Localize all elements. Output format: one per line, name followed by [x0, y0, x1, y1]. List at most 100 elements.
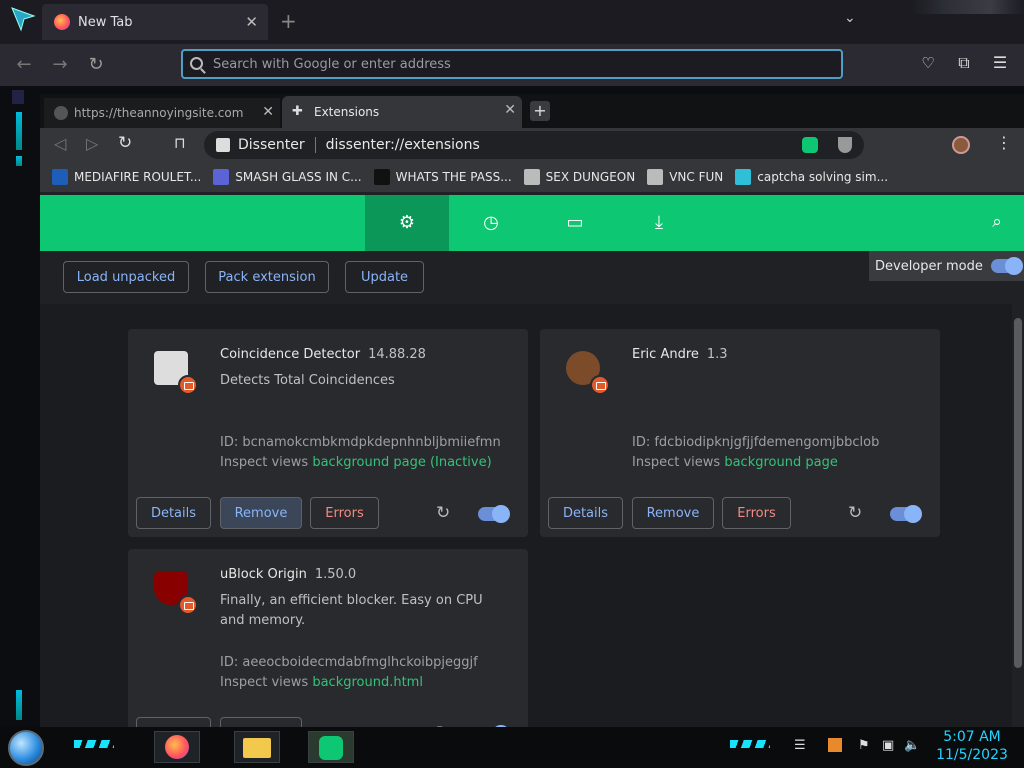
- sigma-icon: [213, 169, 230, 185]
- errors-button[interactable]: Errors: [310, 497, 379, 529]
- update-button[interactable]: Update: [345, 261, 424, 293]
- inner-tab-annoying[interactable]: https://theannoyingsite.com ✕: [44, 98, 280, 128]
- history-icon[interactable]: ◷: [480, 212, 502, 233]
- inner-new-tab-button[interactable]: +: [530, 101, 550, 121]
- chevron-down-icon[interactable]: ⌄: [844, 10, 856, 26]
- pocket-icon[interactable]: ♡: [916, 54, 940, 72]
- inspect-views-label: Inspect views: [220, 455, 309, 470]
- extension-version: 1.3: [706, 347, 728, 362]
- details-button[interactable]: Details: [136, 497, 211, 529]
- remove-button[interactable]: Remove: [220, 717, 302, 727]
- start-button[interactable]: [8, 730, 44, 766]
- taskbar-decoration: [730, 740, 770, 748]
- details-button[interactable]: Details: [548, 497, 623, 529]
- taskbar-explorer[interactable]: [234, 731, 280, 763]
- back-icon[interactable]: ◁: [54, 134, 66, 153]
- bookmark-item[interactable]: SMASH GLASS IN C...: [213, 169, 362, 185]
- extension-name: Coincidence Detector: [220, 347, 361, 362]
- new-tab-button[interactable]: +: [280, 9, 297, 33]
- rail-badge: [12, 90, 24, 104]
- mediafire-icon: [52, 169, 68, 185]
- inner-tab-title: Extensions: [314, 105, 380, 119]
- extension-enable-toggle[interactable]: [890, 505, 922, 523]
- extension-card: uBlock Origin 1.50.0 Finally, an efficien…: [128, 549, 528, 727]
- taskbar-dissenter[interactable]: [308, 731, 354, 763]
- pirate-icon: [523, 169, 540, 185]
- extensions-list: Coincidence Detector 14.88.28 Detects Tot…: [40, 304, 1012, 727]
- back-icon[interactable]: ←: [12, 54, 36, 75]
- gear-icon[interactable]: ⚙: [396, 212, 418, 233]
- page-icon: [216, 138, 230, 152]
- search-icon: [190, 57, 203, 70]
- scrollbar-thumb[interactable]: [1014, 318, 1022, 668]
- network-icon[interactable]: ▣: [882, 738, 894, 753]
- details-button[interactable]: Details: [136, 717, 211, 727]
- remove-button[interactable]: Remove: [220, 497, 302, 529]
- inspect-views-label: Inspect views: [632, 455, 721, 470]
- bookmark-item[interactable]: SEX DUNGEON: [523, 169, 636, 185]
- reload-icon[interactable]: ↻: [118, 133, 132, 153]
- dissenter-icon: [319, 736, 343, 760]
- forward-icon[interactable]: ▷: [86, 134, 98, 153]
- desktop-logo-icon: [11, 7, 36, 32]
- flag-icon[interactable]: ⚑: [858, 738, 870, 753]
- dissenter-comment-icon[interactable]: [802, 137, 818, 153]
- bookmark-item[interactable]: MEDIAFIRE ROULET...: [52, 169, 201, 185]
- reload-icon[interactable]: ↻: [84, 54, 108, 75]
- task-view-icon[interactable]: ☰: [794, 738, 806, 753]
- globe-icon: [54, 106, 68, 120]
- policy-badge-icon: [590, 375, 610, 395]
- forward-icon[interactable]: →: [48, 54, 72, 75]
- site-label: Dissenter: [238, 137, 305, 153]
- bookmark-item[interactable]: captcha solving sim...: [735, 169, 888, 185]
- bookmark-label: VNC FUN: [669, 170, 724, 184]
- tray-app-icon[interactable]: [828, 738, 842, 752]
- url-separator: [314, 137, 316, 153]
- extension-id: ID: aeeocboidecmdabfmglhckoibpjeggjf: [220, 655, 478, 670]
- bookmark-item[interactable]: WHATS THE PASS...: [373, 169, 512, 185]
- rail-stripe: [16, 156, 22, 166]
- download-icon[interactable]: ⤓: [648, 212, 670, 233]
- extensions-icon[interactable]: ⧉: [952, 53, 976, 73]
- extension-name: uBlock Origin: [220, 567, 307, 582]
- firefox-address-bar[interactable]: Search with Google or enter address: [181, 49, 843, 79]
- taskbar-firefox[interactable]: [154, 731, 200, 763]
- clock-date: 11/5/2023: [936, 747, 1008, 763]
- extensions-header: [40, 195, 1024, 251]
- menu-icon[interactable]: ☰: [988, 53, 1012, 72]
- close-tab-icon[interactable]: ✕: [504, 102, 516, 118]
- menu-icon[interactable]: ⋮: [996, 133, 1012, 152]
- inspect-link[interactable]: background.html: [312, 675, 423, 690]
- inner-address-bar[interactable]: Dissenter dissenter://extensions: [204, 131, 864, 159]
- inner-tab-extensions[interactable]: ✚ Extensions ✕: [282, 96, 522, 128]
- reload-icon[interactable]: ↻: [848, 503, 862, 523]
- shield-icon[interactable]: [838, 137, 852, 153]
- extension-enable-toggle[interactable]: [478, 505, 510, 523]
- clock[interactable]: 5:07 AM 11/5/2023: [930, 728, 1014, 764]
- profile-avatar[interactable]: [952, 136, 970, 154]
- bookmark-icon[interactable]: ⊓: [174, 134, 186, 152]
- remove-button[interactable]: Remove: [632, 497, 714, 529]
- folder-icon: [243, 738, 271, 758]
- url-text: dissenter://extensions: [325, 137, 480, 153]
- load-unpacked-button[interactable]: Load unpacked: [63, 261, 189, 293]
- reload-icon[interactable]: ↻: [436, 503, 450, 523]
- search-icon[interactable]: ⌕: [986, 212, 1008, 232]
- inspect-link[interactable]: background page: [724, 455, 838, 470]
- firefox-tab[interactable]: New Tab ✕: [42, 4, 268, 40]
- pack-extension-button[interactable]: Pack extension: [205, 261, 329, 293]
- close-tab-icon[interactable]: ✕: [262, 104, 274, 120]
- firefox-tab-title: New Tab: [78, 14, 133, 30]
- inspect-link[interactable]: background page (Inactive): [312, 455, 491, 470]
- bookmark-label: MEDIAFIRE ROULET...: [74, 170, 202, 184]
- volume-icon[interactable]: 🔈: [904, 738, 920, 753]
- bookmark-label: SEX DUNGEON: [545, 170, 636, 184]
- dark-page-icon: [373, 169, 390, 185]
- errors-button[interactable]: Errors: [722, 497, 791, 529]
- bookmark-item[interactable]: VNC FUN: [647, 169, 723, 185]
- bookmarks-icon[interactable]: ▭: [564, 212, 586, 233]
- close-tab-icon[interactable]: ✕: [245, 13, 258, 31]
- lambda-icon: [735, 169, 752, 185]
- developer-mode-toggle[interactable]: [991, 257, 1023, 275]
- inner-tab-title: https://theannoyingsite.com: [74, 106, 244, 120]
